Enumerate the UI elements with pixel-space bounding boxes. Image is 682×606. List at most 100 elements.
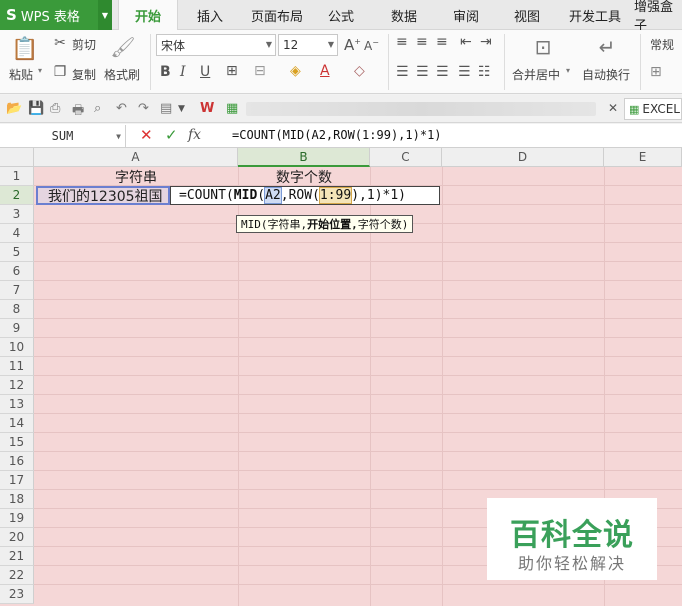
increase-indent-icon[interactable]: ⇥ xyxy=(480,34,492,50)
tab-data[interactable]: 数据 xyxy=(377,0,431,30)
row-header[interactable]: 12 xyxy=(0,376,34,395)
row-header[interactable]: 5 xyxy=(0,243,34,262)
undo-icon[interactable]: ↶ xyxy=(116,101,127,116)
wps-docer-icon[interactable]: W xyxy=(200,101,214,116)
row-header[interactable]: 14 xyxy=(0,414,34,433)
copy-icon[interactable]: ❐ xyxy=(52,64,68,80)
cancel-icon[interactable]: ✕ xyxy=(140,126,153,144)
bold-icon[interactable]: B xyxy=(160,64,171,80)
row-header[interactable]: 10 xyxy=(0,338,34,357)
tab-review[interactable]: 审阅 xyxy=(441,0,491,30)
merge-center-icon[interactable]: ⊡ xyxy=(528,34,558,60)
formula-input[interactable]: =COUNT(MID(A2,ROW(1:99),1)*1) xyxy=(232,128,442,142)
select-all-corner[interactable] xyxy=(0,148,34,167)
align-middle-icon[interactable]: ≡ xyxy=(416,34,428,50)
cell-b1[interactable]: 数字个数 xyxy=(238,167,370,186)
format-painter-button[interactable]: 格式刷 xyxy=(104,66,140,83)
increase-font-icon[interactable]: A+ xyxy=(344,36,361,54)
decrease-indent-icon[interactable]: ⇤ xyxy=(460,34,472,50)
doc-tab-excel[interactable]: ▦ EXCEL xyxy=(624,98,682,120)
row-header[interactable]: 1 xyxy=(0,167,34,186)
distribute-icon[interactable]: ☷ xyxy=(478,64,491,80)
row-header[interactable]: 6 xyxy=(0,262,34,281)
italic-icon[interactable]: I xyxy=(180,64,186,80)
align-top-icon[interactable]: ≡ xyxy=(396,34,408,50)
row-header[interactable]: 19 xyxy=(0,509,34,528)
app-menu-button[interactable]: S WPS 表格 ▼ xyxy=(0,0,112,30)
clear-format-icon[interactable]: ◇ xyxy=(354,63,365,79)
borders-icon[interactable]: ⊞ xyxy=(226,63,238,79)
customize-dropdown-icon[interactable]: ▼ xyxy=(178,104,185,114)
tab-enhance-box[interactable]: 增强盒子 xyxy=(634,0,682,30)
cell-a2[interactable]: 我们的12305祖国 xyxy=(48,186,163,205)
row-header[interactable]: 18 xyxy=(0,490,34,509)
row-header[interactable]: 23 xyxy=(0,585,34,604)
row-header[interactable]: 20 xyxy=(0,528,34,547)
row-header[interactable]: 17 xyxy=(0,471,34,490)
scissors-icon[interactable]: ✂ xyxy=(52,35,68,51)
quick-menu-icon[interactable]: ▤ xyxy=(160,101,172,116)
font-name-select[interactable]: 宋体 ▼ xyxy=(156,34,276,56)
font-size-select[interactable]: 12 ▼ xyxy=(278,34,338,56)
number-format-select[interactable]: 常规 xyxy=(650,36,674,53)
tab-developer[interactable]: 开发工具 xyxy=(563,0,627,30)
row-header[interactable]: 13 xyxy=(0,395,34,414)
tab-home[interactable]: 开始 xyxy=(118,0,178,31)
sheet-doc-icon[interactable]: ▦ xyxy=(226,101,238,116)
tab-view[interactable]: 视图 xyxy=(502,0,552,30)
row-header[interactable]: 3 xyxy=(0,205,34,224)
row-header[interactable]: 11 xyxy=(0,357,34,376)
print-icon[interactable]: 🖶 xyxy=(72,101,84,123)
decrease-font-icon[interactable]: A− xyxy=(364,38,379,53)
row-header[interactable]: 8 xyxy=(0,300,34,319)
cut-button[interactable]: 剪切 xyxy=(72,36,96,53)
column-header-b[interactable]: B xyxy=(238,148,370,167)
insert-function-icon[interactable]: fx xyxy=(188,127,201,143)
row-header[interactable]: 22 xyxy=(0,566,34,585)
open-folder-icon[interactable]: 📂 xyxy=(6,101,22,116)
number-format-icon[interactable]: ⊞ xyxy=(650,64,662,80)
row-header[interactable]: 7 xyxy=(0,281,34,300)
column-header-e[interactable]: E xyxy=(604,148,682,167)
paste-icon[interactable]: 📋 xyxy=(11,36,38,62)
copy-button[interactable]: 复制 xyxy=(72,66,96,83)
tab-insert[interactable]: 插入 xyxy=(183,0,237,30)
row-header[interactable]: 2 xyxy=(0,186,34,205)
row-header[interactable]: 9 xyxy=(0,319,34,338)
merge-center-button[interactable]: 合并居中 xyxy=(512,66,560,83)
font-color-icon[interactable]: A xyxy=(320,63,330,79)
column-header-c[interactable]: C xyxy=(370,148,442,167)
cell-b2-editor[interactable]: =COUNT(MID(A2 ,ROW(1:99),1)*1) xyxy=(170,186,440,205)
cell-a1[interactable]: 字符串 xyxy=(34,167,238,186)
column-header-d[interactable]: D xyxy=(442,148,604,167)
confirm-icon[interactable]: ✓ xyxy=(165,126,178,144)
save-icon[interactable]: 💾 xyxy=(28,101,44,116)
format-painter-icon[interactable]: 🖌 xyxy=(110,34,136,60)
column-header-a[interactable]: A xyxy=(34,148,238,167)
app-menu-dropdown-icon[interactable]: ▼ xyxy=(98,0,112,30)
wrap-text-icon[interactable]: ↵ xyxy=(592,34,622,60)
chevron-down-icon[interactable]: ▼ xyxy=(116,132,121,141)
preview-icon[interactable]: ⌕ xyxy=(94,101,101,116)
export-pdf-icon[interactable]: ⎙ xyxy=(50,101,60,116)
underline-icon[interactable]: U xyxy=(200,64,210,80)
align-bottom-icon[interactable]: ≡ xyxy=(436,34,448,50)
name-box[interactable]: SUM ▼ xyxy=(0,125,126,147)
align-left-icon[interactable]: ☰ xyxy=(396,64,409,80)
row-header[interactable]: 16 xyxy=(0,452,34,471)
tab-formulas[interactable]: 公式 xyxy=(316,0,366,30)
close-tab-icon[interactable]: ✕ xyxy=(608,101,618,115)
row-header[interactable]: 15 xyxy=(0,433,34,452)
wrap-text-button[interactable]: 自动换行 xyxy=(582,66,630,83)
merge-dropdown-icon[interactable]: ▾ xyxy=(566,66,570,75)
fill-color-icon[interactable]: ◈ xyxy=(290,63,301,79)
justify-icon[interactable]: ☰ xyxy=(458,64,471,80)
row-header[interactable]: 4 xyxy=(0,224,34,243)
align-center-icon[interactable]: ☰ xyxy=(416,64,429,80)
paste-dropdown-icon[interactable]: ▾ xyxy=(38,66,42,75)
paste-button[interactable]: 粘贴 xyxy=(9,66,33,83)
row-header[interactable]: 21 xyxy=(0,547,34,566)
merge-borders-icon[interactable]: ⊟ xyxy=(254,63,266,79)
redo-icon[interactable]: ↷ xyxy=(138,101,149,116)
tab-page-layout[interactable]: 页面布局 xyxy=(244,0,310,30)
